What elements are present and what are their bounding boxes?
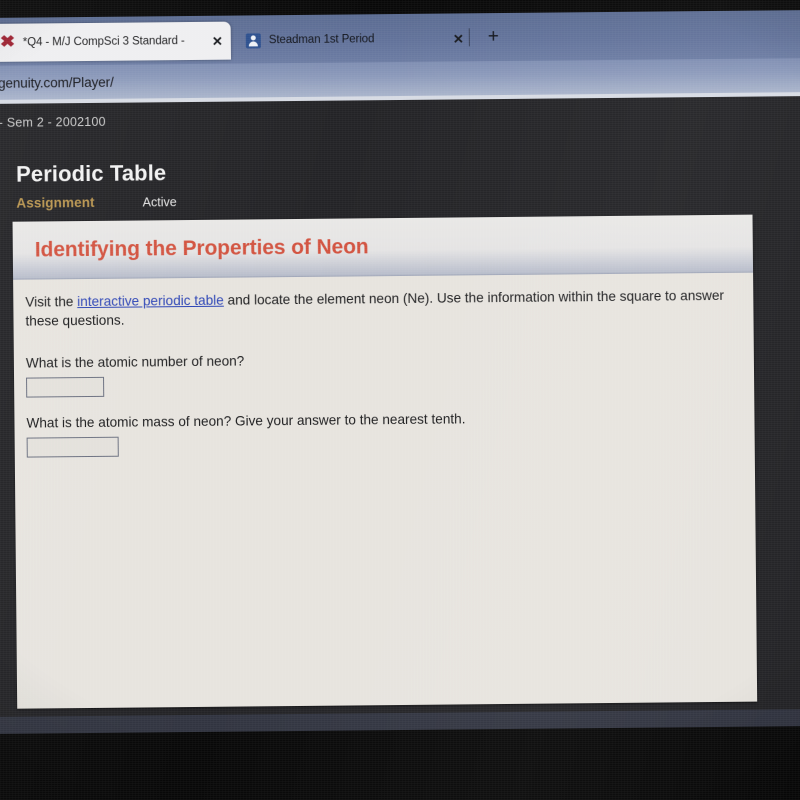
atomic-number-input[interactable]: [26, 376, 105, 398]
tab-close-button[interactable]: ✕: [453, 31, 464, 46]
page-title: Periodic Table: [15, 160, 167, 187]
activity-title: Identifying the Properties of Neon: [34, 235, 369, 262]
interactive-periodic-table-link[interactable]: interactive periodic table: [77, 293, 224, 309]
red-x-icon: ✖: [0, 33, 16, 51]
activity-instructions: Visit the interactive periodic table and…: [25, 287, 735, 331]
assignment-status-badge: Active: [142, 195, 177, 210]
question-2-prompt: What is the atomic mass of neon? Give yo…: [26, 410, 466, 431]
desktop-gap: [0, 709, 800, 734]
instructions-before-link: Visit the: [25, 294, 78, 310]
tab-close-button[interactable]: ✕: [212, 33, 223, 48]
activity-card-body: Visit the interactive periodic table and…: [13, 272, 758, 709]
course-breadcrumb: rd - Sem 2 - 2002100: [0, 114, 106, 130]
photo-of-screen: ‹ ✖ *Q4 - M/J CompSci 3 Standard - ✕ Ste…: [0, 0, 800, 800]
atomic-mass-input[interactable]: [26, 436, 119, 458]
browser-title-bar: ‹ ✖ *Q4 - M/J CompSci 3 Standard - ✕ Ste…: [0, 10, 800, 66]
tab-divider: [468, 28, 470, 47]
new-tab-button[interactable]: +: [488, 26, 499, 47]
browser-tab-compsci[interactable]: ✖ *Q4 - M/J CompSci 3 Standard - ✕: [0, 21, 231, 62]
activity-card-header: Identifying the Properties of Neon: [12, 214, 754, 280]
screen-area: ‹ ✖ *Q4 - M/J CompSci 3 Standard - ✕ Ste…: [0, 10, 800, 734]
activity-card: Identifying the Properties of Neon Visit…: [12, 214, 758, 709]
person-badge-icon: [245, 32, 262, 49]
browser-tab-title: *Q4 - M/J CompSci 3 Standard -: [22, 35, 185, 49]
lms-page: rd - Sem 2 - 2002100 Periodic Table Assi…: [0, 96, 800, 734]
address-bar-url: edgenuity.com/Player/: [0, 74, 114, 91]
browser-tab-steadman[interactable]: Steadman 1st Period ✕: [237, 19, 472, 59]
browser-tab-title: Steadman 1st Period: [268, 33, 375, 47]
assignment-meta: Assignment Active: [16, 194, 176, 211]
question-1-prompt: What is the atomic number of neon?: [25, 353, 245, 371]
assignment-type-label: Assignment: [16, 194, 95, 211]
